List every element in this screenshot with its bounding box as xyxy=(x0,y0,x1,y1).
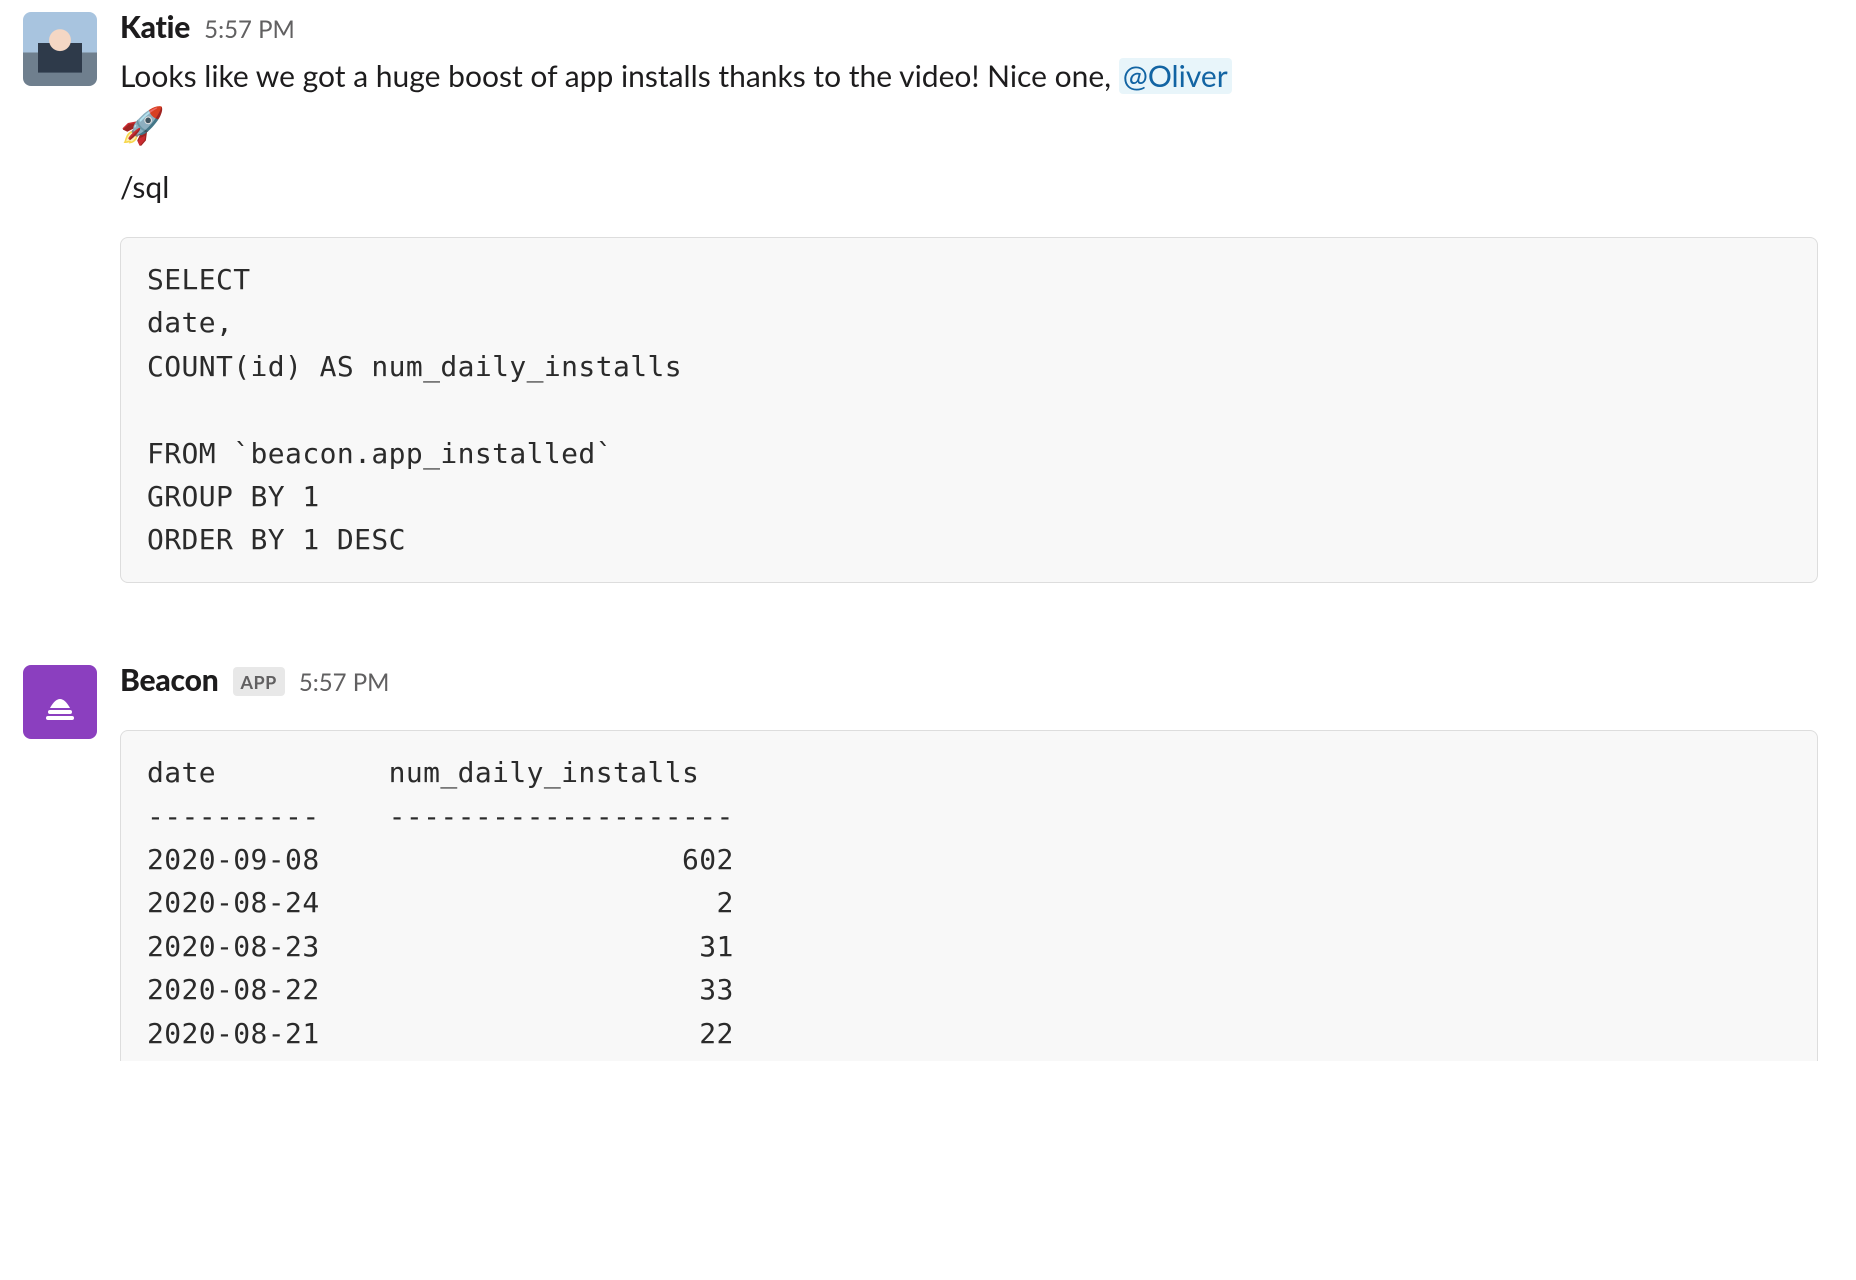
message-list: Katie 5:57 PM Looks like we got a huge b… xyxy=(0,0,1856,1103)
sender-name[interactable]: Beacon xyxy=(120,659,219,703)
avatar-gutter xyxy=(0,6,120,86)
sql-code-block[interactable]: SELECT date, COUNT(id) AS num_daily_inst… xyxy=(120,237,1818,583)
sql-result-block[interactable]: date num_daily_installs ---------- -----… xyxy=(120,730,1818,1061)
sender-name[interactable]: Katie xyxy=(120,6,190,50)
slash-command: /sql xyxy=(120,166,1818,210)
avatar-katie[interactable] xyxy=(23,12,97,86)
rocket-icon: 🚀 xyxy=(120,106,165,142)
message-header: Katie 5:57 PM xyxy=(120,6,1818,50)
message-header: Beacon APP 5:57 PM xyxy=(120,659,1818,703)
avatar-beacon[interactable] xyxy=(23,665,97,739)
app-badge: APP xyxy=(233,667,285,696)
timestamp[interactable]: 5:57 PM xyxy=(299,666,390,701)
avatar-gutter xyxy=(0,659,120,739)
message-beacon[interactable]: Beacon APP 5:57 PM date num_daily_instal… xyxy=(0,653,1836,1103)
timestamp[interactable]: 5:57 PM xyxy=(204,13,295,48)
text-run: Looks like we got a huge boost of app in… xyxy=(120,58,1119,94)
message-body: Beacon APP 5:57 PM date num_daily_instal… xyxy=(120,659,1836,1089)
beacon-logo-icon xyxy=(36,678,84,726)
message-text: Looks like we got a huge boost of app in… xyxy=(120,54,1818,144)
mention-oliver[interactable]: @Oliver xyxy=(1119,58,1232,94)
message-body: Katie 5:57 PM Looks like we got a huge b… xyxy=(120,6,1836,611)
message-katie[interactable]: Katie 5:57 PM Looks like we got a huge b… xyxy=(0,0,1836,625)
